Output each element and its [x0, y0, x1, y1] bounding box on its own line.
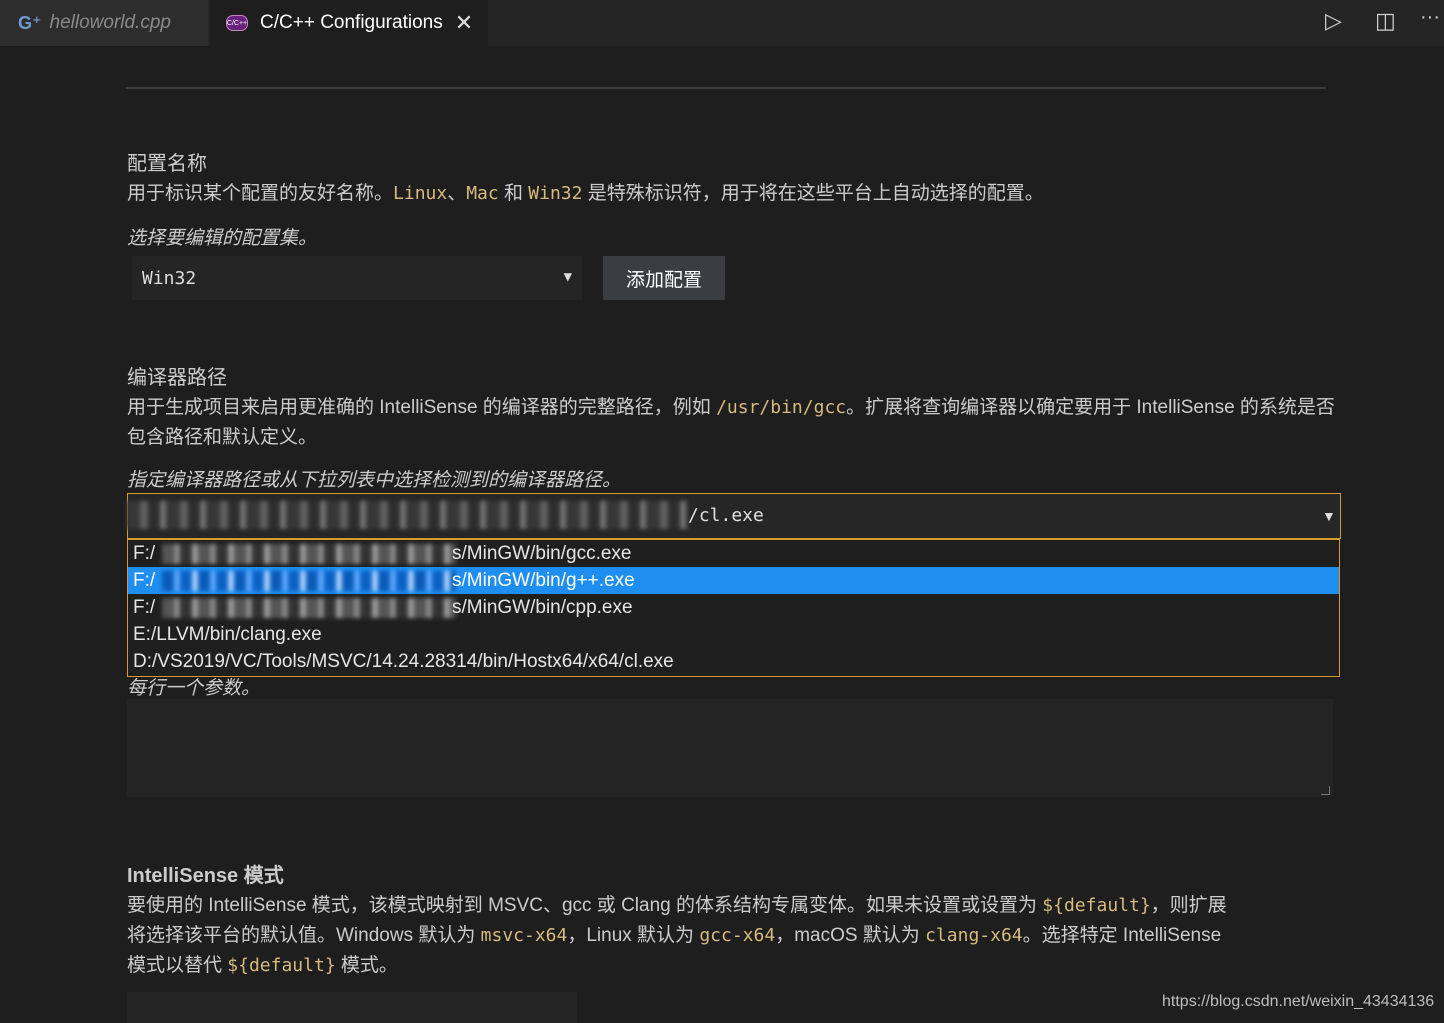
- intellisense-mode-select[interactable]: [127, 992, 577, 1023]
- compiler-args-textarea[interactable]: [127, 699, 1333, 797]
- compiler-path-hint: 指定编译器路径或从下拉列表中选择检测到的编译器路径。: [127, 470, 622, 491]
- compiler-path-dropdown-list: F:/ s/MinGW/bin/gcc.exe F:/ s/MinGW/bin/…: [127, 539, 1340, 677]
- tab-label: C/C++ Configurations: [260, 12, 443, 33]
- split-editor-icon[interactable]: ◫: [1375, 8, 1396, 34]
- editor-tab-bar: G⁺ helloworld.cpp C/C++ C/C++ Configurat…: [0, 0, 1444, 46]
- tab-helloworld-cpp[interactable]: G⁺ helloworld.cpp: [0, 0, 208, 46]
- list-item[interactable]: F:/ s/MinGW/bin/gcc.exe: [128, 540, 1339, 567]
- compiler-path-value: /cl.exe: [688, 505, 764, 526]
- compiler-path-heading: 编译器路径: [127, 367, 227, 389]
- section-divider: [126, 87, 1326, 89]
- cpp-config-icon: C/C++: [226, 15, 248, 31]
- config-select[interactable]: Win32 ▼: [132, 256, 582, 300]
- list-item-selected[interactable]: F:/ s/MinGW/bin/g++.exe: [128, 567, 1339, 594]
- compiler-args-hint: 每行一个参数。: [127, 678, 261, 699]
- more-actions-icon[interactable]: ···: [1420, 6, 1440, 29]
- redacted-path: [162, 598, 456, 618]
- select-config-label: 选择要编辑的配置集。: [127, 228, 318, 249]
- add-config-button[interactable]: 添加配置: [603, 256, 725, 300]
- redacted-path: [126, 501, 688, 529]
- tab-cpp-configurations[interactable]: C/C++ C/C++ Configurations ✕: [210, 0, 488, 46]
- tab-label: helloworld.cpp: [49, 12, 171, 33]
- config-select-value: Win32: [142, 267, 197, 289]
- redacted-path: [162, 571, 456, 591]
- watermark-text: https://blog.csdn.net/weixin_43434136: [1162, 993, 1435, 1010]
- list-item[interactable]: D:/VS2019/VC/Tools/MSVC/14.24.28314/bin/…: [128, 648, 1339, 675]
- dropdown-arrow-icon[interactable]: ▼: [1322, 508, 1336, 524]
- compiler-path-description: 用于生成项目来启用更准确的 IntelliSense 的编译器的完整路径，例如 …: [127, 397, 1335, 448]
- run-icon[interactable]: ▷: [1325, 8, 1342, 34]
- config-name-heading: 配置名称: [127, 153, 207, 175]
- list-item[interactable]: F:/ s/MinGW/bin/cpp.exe: [128, 594, 1339, 621]
- config-name-description: 用于标识某个配置的友好名称。Linux、Mac 和 Win32 是特殊标识符，用…: [127, 183, 1044, 204]
- intellisense-mode-description: 要使用的 IntelliSense 模式，该模式映射到 MSVC、gcc 或 C…: [127, 895, 1227, 976]
- redacted-path: [162, 544, 456, 564]
- intellisense-mode-heading: IntelliSense 模式: [127, 865, 284, 887]
- cpp-file-icon: G⁺: [18, 12, 42, 33]
- resize-handle-icon[interactable]: [1321, 786, 1330, 795]
- dropdown-arrow-icon: ▼: [563, 269, 572, 285]
- close-icon[interactable]: ✕: [455, 10, 473, 36]
- list-item[interactable]: E:/LLVM/bin/clang.exe: [128, 621, 1339, 648]
